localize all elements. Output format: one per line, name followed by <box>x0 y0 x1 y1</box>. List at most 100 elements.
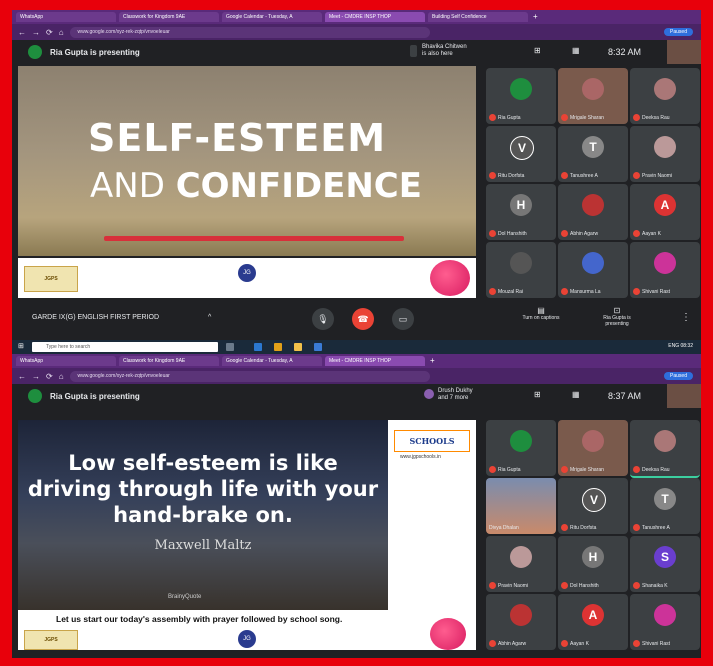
forward-icon[interactable]: → <box>32 28 40 37</box>
presenting-label: Ria Gupta is presenting <box>50 392 140 401</box>
participant-tile[interactable]: Ria Gupta <box>486 68 556 124</box>
browser-tab-active[interactable]: Meet - CMDRE INSP THOP <box>325 12 425 22</box>
captions-button[interactable]: ▤ Turn on captions <box>516 306 566 321</box>
participant-tile[interactable]: Pravin Naomi <box>486 536 556 592</box>
layout-icon[interactable]: ⊞ <box>534 390 541 399</box>
person-icon <box>410 45 417 57</box>
participant-tile[interactable]: Abhin Agarw <box>558 184 628 240</box>
reload-icon[interactable]: ⟳ <box>46 372 53 381</box>
screenshot-frame: WhatsApp Classwork for Kingdom 9AE Googl… <box>12 10 701 658</box>
subtitle-and: AND <box>90 166 176 206</box>
home-icon[interactable]: ⌂ <box>59 28 64 37</box>
mic-off-icon <box>633 288 640 295</box>
participant-name: Deeksa Rau <box>642 114 670 121</box>
participant-tile[interactable]: T Tanushree A <box>630 478 700 534</box>
participant-tile[interactable]: Shivani Rast <box>630 242 700 298</box>
participant-tile[interactable]: Mrigale Sharan <box>558 68 628 124</box>
participant-tile[interactable]: A Aayan K <box>558 594 628 650</box>
back-icon[interactable]: ← <box>18 28 26 37</box>
browser-tabs: WhatsApp Classwork for Kingdom 9AE Googl… <box>12 354 701 368</box>
browser-tab[interactable]: WhatsApp <box>16 356 116 366</box>
participant-tile[interactable]: A Aayan K <box>630 184 700 240</box>
explorer-icon[interactable] <box>294 343 302 351</box>
browser-tab[interactable]: Google Calendar - Tuesday, A <box>222 12 322 22</box>
new-tab-icon[interactable]: + <box>430 356 435 366</box>
participant-tile[interactable]: V Ritu Dorfsta <box>486 126 556 182</box>
person-icon <box>424 389 434 399</box>
browser-tab[interactable]: Google Calendar - Tuesday, A <box>222 356 322 366</box>
browser-tab[interactable]: WhatsApp <box>16 12 116 22</box>
taskview-icon[interactable] <box>226 343 234 351</box>
participant-tile[interactable]: Abhin Agarw <box>486 594 556 650</box>
participant-tile[interactable]: Divya Dhalan <box>486 478 556 534</box>
quote-credit: BrainyQuote <box>168 594 202 600</box>
quote-image: Low self-esteem is like driving through … <box>18 420 388 610</box>
self-view-thumbnail[interactable] <box>667 384 701 408</box>
quote-line: driving through life with your <box>27 477 379 501</box>
windows-start-icon[interactable]: ⊞ <box>18 342 28 352</box>
browser-tab[interactable]: Classwork for Kingdom 9AE <box>119 356 219 366</box>
participant-tile[interactable]: Pravin Naomi <box>630 126 700 182</box>
chevron-up-icon[interactable]: ^ <box>208 314 211 321</box>
participant-tile[interactable]: H Dol Hanshith <box>558 536 628 592</box>
app-icon[interactable] <box>314 343 322 351</box>
mic-off-icon <box>489 172 496 179</box>
participant-tile[interactable]: Shivani Rast <box>630 594 700 650</box>
url-field[interactable]: www.google.com/xyz-rek-zqtp/vnvoeleuar <box>69 26 430 38</box>
mic-off-icon <box>633 172 640 179</box>
browser-tab-active[interactable]: Meet - CMDRE INSP THOP <box>325 356 425 366</box>
participant-tile[interactable]: Deeksa Rau <box>630 420 700 478</box>
edge-icon[interactable] <box>254 343 262 351</box>
self-view-thumbnail[interactable] <box>667 40 701 64</box>
participant-name: Dol Hanshith <box>498 230 527 237</box>
present-icon: ⊡ <box>613 306 621 315</box>
participant-tile[interactable]: Mansurma La <box>558 242 628 298</box>
new-tab-icon[interactable]: + <box>533 12 538 22</box>
mic-off-icon <box>561 466 568 473</box>
participant-tile[interactable]: V Ritu Dorfsta <box>558 478 628 534</box>
participant-tile[interactable]: H Dol Hanshith <box>486 184 556 240</box>
back-icon[interactable]: ← <box>18 372 26 381</box>
profile-button[interactable]: Paused <box>664 372 693 380</box>
school-emblem: JG <box>238 264 256 282</box>
reload-icon[interactable]: ⟳ <box>46 28 53 37</box>
mic-button[interactable]: 🎙 <box>312 308 334 330</box>
participant-name: Deeksa Rau <box>642 466 670 473</box>
home-icon[interactable]: ⌂ <box>59 372 64 381</box>
mic-off-icon <box>489 640 496 647</box>
school-logo: JGPS <box>24 266 78 292</box>
profile-button[interactable]: Paused <box>664 28 693 36</box>
participant-tile[interactable]: Mouzal Rai <box>486 242 556 298</box>
present-button[interactable]: ⊡ Ria Gupta is presenting <box>592 306 642 327</box>
assembly-text: Let us start our today's assembly with p… <box>56 614 343 624</box>
participant-tile[interactable]: T Tanushree A <box>558 126 628 182</box>
grid-icon[interactable]: ▦ <box>572 390 580 399</box>
captions-icon: ▤ <box>537 306 545 315</box>
layout-icon[interactable]: ⊞ <box>534 46 541 55</box>
participant-tile[interactable]: S Shanaika K <box>630 536 700 592</box>
participant-name: Shivani Rast <box>642 640 671 647</box>
grid-icon[interactable]: ▦ <box>572 46 580 55</box>
avatar <box>582 252 604 274</box>
presenter-avatar <box>28 389 42 403</box>
participant-tile[interactable]: Deeksa Rau <box>630 68 700 124</box>
participant-grid: Ria Gupta Mrigale Sharan Deeksa Rau Divy… <box>480 418 701 658</box>
mic-off-icon <box>489 230 496 237</box>
end-call-button[interactable]: ☎ <box>352 308 374 330</box>
participant-name: Ritu Dorfsta <box>570 524 597 531</box>
forward-icon[interactable]: → <box>32 372 40 381</box>
joined-notice: Drush Dukhy and 7 more <box>438 388 473 402</box>
taskbar-search[interactable]: Type here to search <box>32 342 218 352</box>
browser-tab[interactable]: Building Self Confidence <box>428 12 528 22</box>
chrome-icon[interactable] <box>274 343 282 351</box>
participant-tile[interactable]: Mrigale Sharan <box>558 420 628 476</box>
participant-tile[interactable]: Ria Gupta <box>486 420 556 476</box>
meeting-title[interactable]: GARDE IX(G) ENGLISH FIRST PERIOD <box>32 314 159 321</box>
more-options-icon[interactable]: ⋮ <box>681 312 691 323</box>
avatar <box>582 430 604 452</box>
browser-tab[interactable]: Classwork for Kingdom 9AE <box>119 12 219 22</box>
url-field[interactable]: www.google.com/xyz-rek-zqtp/vnvoeleuar <box>69 370 430 382</box>
avatar: V <box>582 488 606 512</box>
camera-button[interactable]: ▭ <box>392 308 414 330</box>
mic-off-icon <box>633 640 640 647</box>
